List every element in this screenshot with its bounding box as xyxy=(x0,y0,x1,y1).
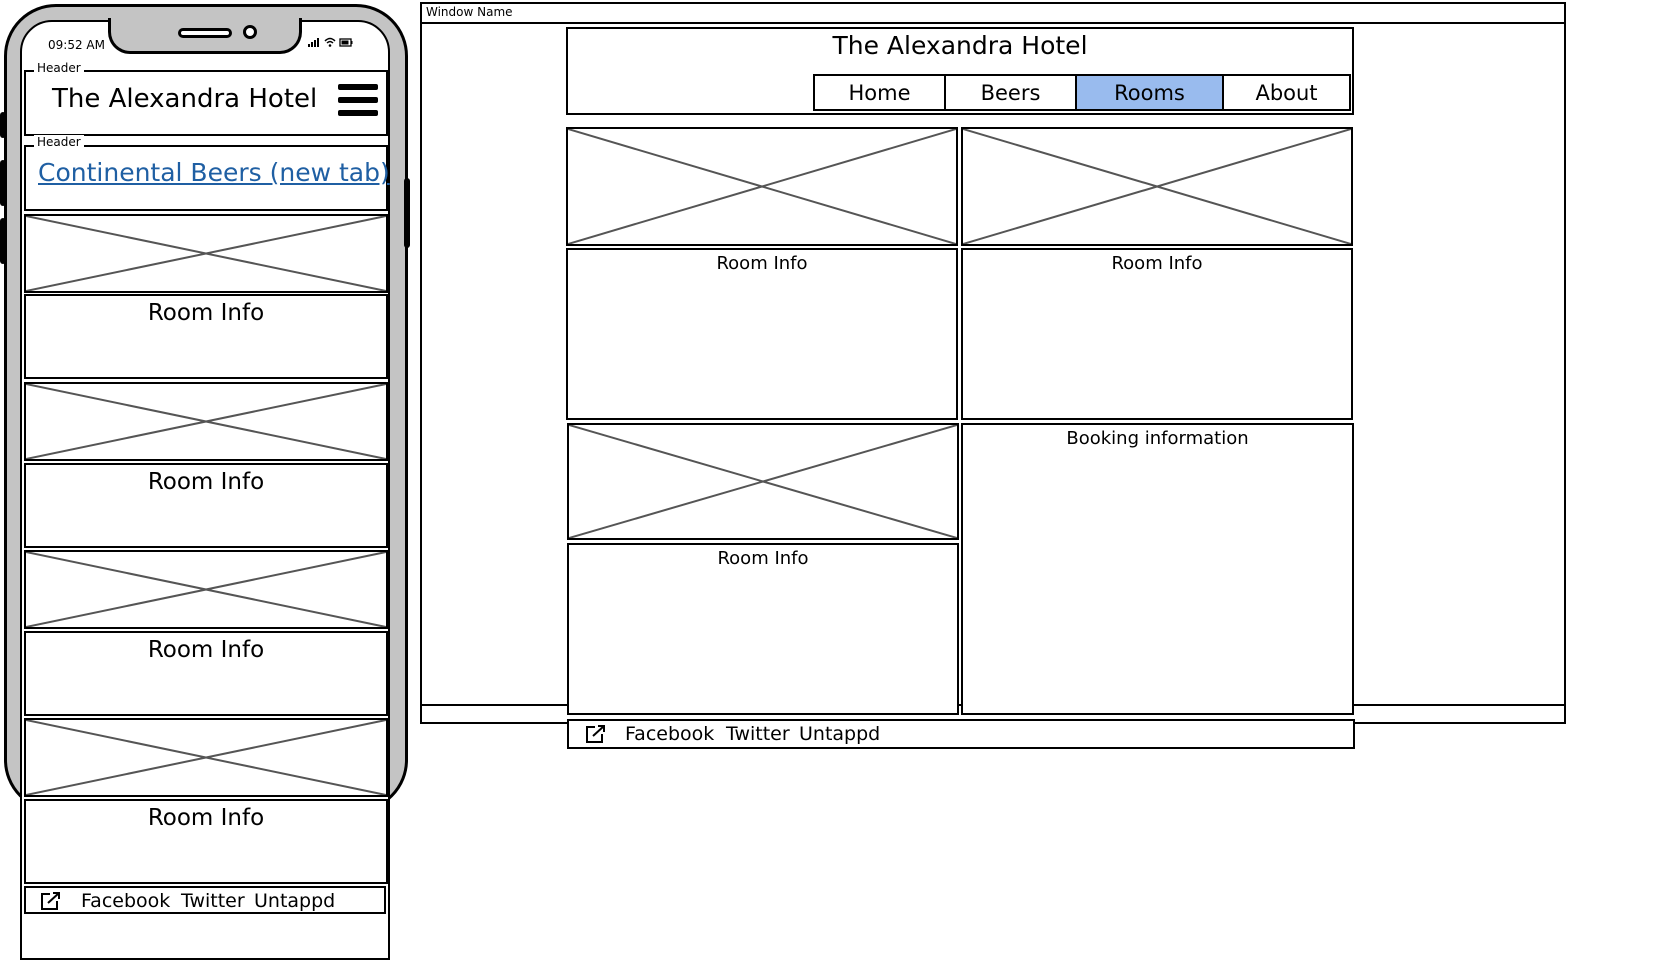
image-placeholder-icon xyxy=(26,720,386,795)
image-placeholder-icon xyxy=(26,216,386,291)
image-placeholder-icon xyxy=(963,129,1351,244)
hamburger-menu-icon[interactable] xyxy=(338,84,378,123)
room-info-box: Room Info xyxy=(24,799,388,884)
desktop-site-title[interactable]: The Alexandra Hotel xyxy=(568,31,1352,60)
external-link-icon xyxy=(586,725,605,743)
nav-item-about[interactable]: About xyxy=(1224,76,1349,109)
phone-side-button xyxy=(404,178,410,248)
nav-item-home[interactable]: Home xyxy=(815,76,946,109)
footer-twitter-link[interactable]: Twitter xyxy=(726,723,790,745)
footer-twitter-link[interactable]: Twitter xyxy=(181,890,245,912)
phone-header-label: Header xyxy=(34,61,84,75)
phone-camera xyxy=(243,25,257,39)
room-info-label: Room Info xyxy=(147,805,265,831)
room-info-label: Room Info xyxy=(147,637,265,663)
nav-item-rooms[interactable]: Rooms xyxy=(1077,76,1224,109)
external-link-icon xyxy=(41,892,60,910)
room-image-placeholder xyxy=(24,718,388,797)
room-info-label: Room Info xyxy=(1111,253,1203,274)
phone-side-button xyxy=(0,160,6,206)
room-info-box: Room Info xyxy=(567,543,959,715)
room-image-placeholder xyxy=(566,127,958,246)
room-info-label: Room Info xyxy=(147,300,265,326)
desktop-footer: Facebook Twitter Untappd xyxy=(567,719,1355,749)
room-image-placeholder xyxy=(567,423,959,540)
booking-info-label: Booking information xyxy=(1066,428,1249,449)
room-info-label: Room Info xyxy=(717,548,809,569)
phone-footer: Facebook Twitter Untappd xyxy=(24,886,386,914)
footer-untappd-link[interactable]: Untappd xyxy=(799,723,880,745)
image-placeholder-icon xyxy=(568,129,956,244)
room-image-placeholder xyxy=(961,127,1353,246)
room-image-placeholder xyxy=(24,382,388,461)
room-info-box: Room Info xyxy=(961,248,1353,420)
phone-side-button xyxy=(0,112,6,138)
room-image-placeholder xyxy=(24,214,388,293)
room-info-box: Room Info xyxy=(24,463,388,548)
room-info-label: Room Info xyxy=(147,469,265,495)
booking-info-box: Booking information xyxy=(961,423,1354,715)
image-placeholder-icon xyxy=(26,552,386,627)
image-placeholder-icon xyxy=(569,425,957,538)
continental-beers-link[interactable]: Continental Beers (new tab) xyxy=(38,158,390,187)
phone-side-button xyxy=(0,218,6,264)
phone-speaker xyxy=(178,28,232,38)
footer-facebook-link[interactable]: Facebook xyxy=(625,723,714,745)
room-image-placeholder xyxy=(24,550,388,629)
room-info-box: Room Info xyxy=(566,248,958,420)
room-info-label: Room Info xyxy=(716,253,808,274)
image-placeholder-icon xyxy=(26,384,386,459)
nav-item-beers[interactable]: Beers xyxy=(946,76,1077,109)
footer-untappd-link[interactable]: Untappd xyxy=(254,890,335,912)
signal-wifi-battery-icon xyxy=(308,37,353,47)
status-time: 09:52 AM xyxy=(48,38,105,52)
status-icons xyxy=(306,36,354,51)
window-titlebar: Window Name xyxy=(422,4,1564,24)
footer-facebook-link[interactable]: Facebook xyxy=(81,890,170,912)
room-info-box: Room Info xyxy=(24,294,388,379)
phone-link-header-label: Header xyxy=(34,135,84,149)
room-info-box: Room Info xyxy=(24,631,388,716)
desktop-nav: Home Beers Rooms About xyxy=(813,74,1351,111)
phone-site-title[interactable]: The Alexandra Hotel xyxy=(52,84,317,114)
window-name: Window Name xyxy=(426,5,513,19)
